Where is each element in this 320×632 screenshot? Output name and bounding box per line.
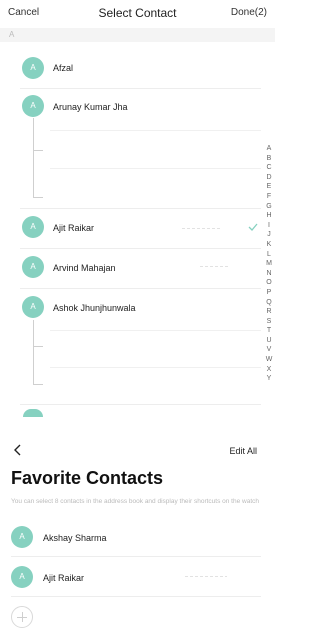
row-divider [20, 288, 261, 289]
avatar: A [22, 216, 44, 238]
index-letter[interactable]: C [266, 163, 271, 173]
favorite-name: Ajit Raikar [43, 573, 85, 583]
row-divider [11, 596, 261, 597]
checkmark-icon[interactable] [248, 222, 258, 232]
index-letter[interactable]: A [267, 144, 272, 154]
sub-row-divider [50, 367, 261, 368]
index-letter[interactable]: H [266, 211, 271, 221]
screen-divider [0, 417, 275, 427]
index-letter[interactable]: D [266, 173, 271, 183]
add-icon[interactable] [11, 606, 33, 628]
index-letter[interactable]: W [266, 355, 273, 365]
avatar: A [22, 296, 44, 318]
index-letter[interactable]: V [267, 345, 272, 355]
index-letter[interactable]: U [266, 336, 271, 346]
avatar: A [22, 95, 44, 117]
top-bar: Cancel Select Contact Done(2) [0, 0, 275, 28]
alphabet-index[interactable]: ABCDEFGHIJKLMNOPQRSTUVWXY [264, 144, 274, 384]
index-letter[interactable]: K [267, 240, 272, 250]
index-letter[interactable]: N [266, 269, 271, 279]
index-letter[interactable]: E [267, 182, 272, 192]
favorites-description: You can select 8 contacts in the address… [11, 498, 259, 505]
index-letter[interactable]: X [267, 365, 272, 375]
number-tree-branch [33, 150, 43, 151]
avatar: A [11, 566, 33, 588]
index-letter[interactable]: B [267, 154, 272, 164]
number-tree-branch [33, 346, 43, 347]
index-letter[interactable]: O [266, 278, 271, 288]
row-divider [20, 404, 261, 405]
sub-row-divider [50, 130, 261, 131]
row-divider [20, 208, 261, 209]
number-tree-line [33, 118, 34, 198]
favorite-name: Akshay Sharma [43, 533, 107, 543]
index-letter[interactable]: L [267, 250, 271, 260]
masked-number [182, 228, 222, 229]
index-letter[interactable]: P [267, 288, 272, 298]
contact-name: Afzal [53, 63, 74, 73]
index-letter[interactable]: F [267, 192, 271, 202]
index-letter[interactable]: Y [267, 374, 272, 384]
avatar: A [11, 526, 33, 548]
sub-row-divider [50, 330, 261, 331]
index-letter[interactable]: I [268, 221, 270, 231]
sub-row-divider [50, 168, 261, 169]
done-button[interactable]: Done(2) [231, 7, 267, 18]
edit-all-button[interactable]: Edit All [229, 446, 257, 456]
contact-name: Arvind Mahajan [53, 263, 116, 273]
number-tree-branch [33, 384, 43, 385]
avatar [23, 409, 43, 417]
row-divider [20, 88, 261, 89]
number-tree-line [33, 320, 34, 384]
index-letter[interactable]: J [267, 230, 271, 240]
section-header: A [0, 28, 275, 42]
masked-number [185, 576, 227, 577]
avatar: A [22, 57, 44, 79]
contact-name: Ashok Jhunjhunwala [53, 303, 136, 313]
index-letter[interactable]: Q [266, 298, 271, 308]
row-divider [20, 248, 261, 249]
index-letter[interactable]: T [267, 326, 271, 336]
index-letter[interactable]: S [267, 317, 272, 327]
index-letter[interactable]: R [266, 307, 271, 317]
contact-name: Arunay Kumar Jha [53, 102, 128, 112]
favorites-title: Favorite Contacts [11, 468, 164, 488]
section-letter: A [9, 30, 15, 39]
avatar: A [22, 256, 44, 278]
row-divider [11, 556, 261, 557]
masked-number [200, 266, 228, 267]
back-icon[interactable] [12, 442, 24, 458]
index-letter[interactable]: M [266, 259, 272, 269]
number-tree-branch [33, 197, 43, 198]
index-letter[interactable]: G [266, 202, 271, 212]
contact-name: Ajit Raikar [53, 223, 95, 233]
